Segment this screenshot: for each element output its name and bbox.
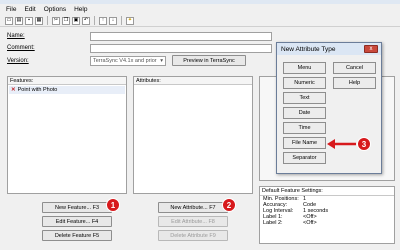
edit-feature-button[interactable]: Edit Feature... F4 <box>42 216 112 227</box>
settings-key: Label 2: <box>263 220 283 226</box>
settings-value: <Off> <box>303 220 317 226</box>
new-attribute-button[interactable]: New Attribute... F7 <box>158 202 228 213</box>
features-header: Features: <box>8 77 126 85</box>
paste-icon[interactable]: ▣ <box>72 16 80 25</box>
version-select-value: TerraSync V4.1x and prior <box>93 58 157 64</box>
move-down-icon[interactable]: ↓ <box>109 16 117 25</box>
type-numeric-button[interactable]: Numeric <box>283 77 326 89</box>
version-label: Version: <box>7 58 29 64</box>
menu-edit[interactable]: Edit <box>24 6 35 13</box>
menu-options[interactable]: Options <box>44 6 66 13</box>
type-separator-button[interactable]: Separator <box>283 152 326 164</box>
settings-title: Default Feature Settings: <box>260 187 394 196</box>
feature-label: Point with Photo <box>17 87 58 93</box>
point-feature-icon: ✕ <box>11 87 16 93</box>
delete-attribute-button[interactable]: Delete Attribute F9 <box>158 230 228 241</box>
move-up-icon[interactable]: ↑ <box>99 16 107 25</box>
features-panel: Features: ✕ Point with Photo <box>7 76 127 194</box>
callout-badge-1: 1 <box>106 198 120 212</box>
callout-badge-3: 3 <box>357 137 371 151</box>
attributes-panel: Attributes: <box>133 76 253 194</box>
comment-label: Comment: <box>7 45 35 51</box>
attributes-header: Attributes: <box>134 77 252 85</box>
save-icon[interactable]: ▪ <box>25 16 33 25</box>
close-icon[interactable]: x <box>364 45 378 53</box>
chevron-down-icon: ▾ <box>160 58 163 64</box>
help-button[interactable]: Help <box>333 77 376 89</box>
menu-bar: File Edit Options Help <box>0 4 400 15</box>
comment-field[interactable] <box>90 44 272 53</box>
preview-button[interactable]: Preview in TerraSync <box>172 55 246 66</box>
type-menu-button[interactable]: Menu <box>283 62 326 74</box>
list-item[interactable]: ✕ Point with Photo <box>9 86 125 94</box>
bulb-icon[interactable]: ✦ <box>126 16 134 25</box>
toolbar-separator <box>47 16 48 25</box>
name-field[interactable] <box>90 32 272 41</box>
menu-file[interactable]: File <box>6 6 16 13</box>
toolbar-separator <box>121 16 122 25</box>
version-select[interactable]: TerraSync V4.1x and prior ▾ <box>90 56 166 66</box>
open-icon[interactable]: ▤ <box>15 16 23 25</box>
toolbar: ▭ ▤ ▪ ▦ ✂ ❐ ▣ ↶ ↑ ↓ ✦ <box>0 15 400 27</box>
type-time-button[interactable]: Time <box>283 122 326 134</box>
name-label: Name: <box>7 33 25 39</box>
callout-arrow-icon <box>327 139 356 149</box>
callout-badge-2: 2 <box>222 198 236 212</box>
settings-row: Label 2: <Off> <box>260 220 394 226</box>
type-date-button[interactable]: Date <box>283 107 326 119</box>
print-icon[interactable]: ▦ <box>35 16 43 25</box>
cut-icon[interactable]: ✂ <box>52 16 60 25</box>
undo-icon[interactable]: ↶ <box>82 16 90 25</box>
type-file-name-button[interactable]: File Name <box>283 137 326 149</box>
toolbar-separator <box>94 16 95 25</box>
cancel-button[interactable]: Cancel <box>333 62 376 74</box>
dialog-title-text: New Attribute Type <box>281 45 336 53</box>
delete-feature-button[interactable]: Delete Feature F5 <box>42 230 112 241</box>
edit-attribute-button[interactable]: Edit Attribute... F8 <box>158 216 228 227</box>
new-attribute-type-dialog: New Attribute Type x Menu Numeric Text D… <box>276 42 382 174</box>
new-icon[interactable]: ▭ <box>5 16 13 25</box>
copy-icon[interactable]: ❐ <box>62 16 70 25</box>
new-feature-button[interactable]: New Feature... F3 <box>42 202 112 213</box>
type-text-button[interactable]: Text <box>283 92 326 104</box>
menu-help[interactable]: Help <box>74 6 87 13</box>
default-feature-settings: Default Feature Settings: Min. Positions… <box>259 186 395 244</box>
